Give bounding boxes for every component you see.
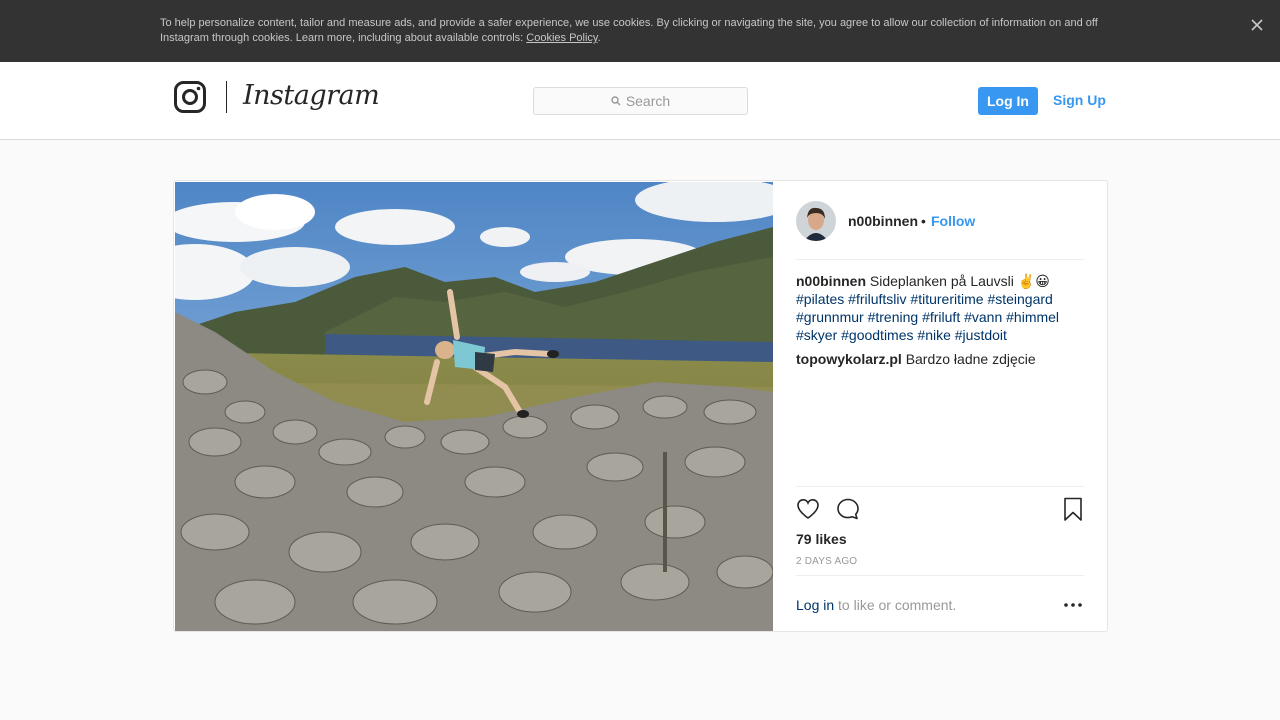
divider — [796, 486, 1084, 487]
comment-icon[interactable] — [835, 496, 861, 522]
hashtag[interactable]: #titureritime — [910, 291, 983, 307]
post-photo[interactable] — [175, 182, 773, 631]
comment-item: topowykolarz.pl Bardzo ładne zdjęcie — [796, 350, 1084, 368]
likes-count[interactable]: 79 likes — [796, 531, 847, 547]
login-button[interactable]: Log In — [978, 87, 1038, 115]
hashtag[interactable]: #grunnmur — [796, 309, 864, 325]
cookie-banner-text: To help personalize content, tailor and … — [160, 16, 1120, 46]
logo-divider — [226, 81, 227, 113]
top-header: Instagram Search Log In Sign Up — [0, 62, 1280, 140]
search-icon — [611, 96, 621, 106]
post-username[interactable]: n00binnen — [848, 213, 918, 229]
avatar[interactable] — [796, 201, 836, 241]
post-caption: n00binnen Sideplanken på Lauvsli ✌️😀 #pi… — [796, 272, 1084, 344]
comment-text: Bardzo ładne zdjęcie — [905, 351, 1036, 367]
more-options-icon[interactable] — [1062, 595, 1084, 615]
search-placeholder: Search — [625, 93, 671, 109]
divider — [796, 575, 1084, 576]
post-card: n00binnen • Follow n00binnen Sideplanken… — [173, 180, 1108, 632]
hashtag[interactable]: #trening — [868, 309, 919, 325]
hashtag[interactable]: #friluft — [922, 309, 960, 325]
login-prompt: Log in to like or comment. — [796, 597, 956, 613]
post-timestamp[interactable]: 2 DAYS AGO — [796, 556, 857, 567]
hashtag[interactable]: #goodtimes — [841, 327, 913, 343]
caption-username[interactable]: n00binnen — [796, 273, 866, 289]
username-separator: • — [921, 213, 926, 229]
comment-username[interactable]: topowykolarz.pl — [796, 351, 902, 367]
hashtag[interactable]: #steingard — [987, 291, 1052, 307]
login-prompt-text: to like or comment. — [834, 597, 957, 613]
instagram-camera-icon[interactable] — [174, 81, 206, 113]
hashtag[interactable]: #vann — [964, 309, 1002, 325]
login-link[interactable]: Log in — [796, 597, 834, 613]
hashtag[interactable]: #himmel — [1006, 309, 1059, 325]
heart-icon[interactable] — [795, 496, 821, 522]
cookie-banner-message: To help personalize content, tailor and … — [160, 17, 1098, 44]
cookie-banner-end: . — [597, 32, 601, 44]
caption-text: Sideplanken på Lauvsli ✌️😀 — [869, 273, 1050, 289]
close-icon[interactable] — [1249, 17, 1265, 33]
hashtag[interactable]: #nike — [917, 327, 950, 343]
signup-link[interactable]: Sign Up — [1053, 92, 1106, 108]
instagram-wordmark[interactable]: Instagram — [243, 80, 380, 111]
follow-button[interactable]: Follow — [931, 213, 975, 229]
hashtag[interactable]: #pilates — [796, 291, 844, 307]
bookmark-icon[interactable] — [1060, 496, 1086, 522]
hashtag[interactable]: #friluftsliv — [848, 291, 906, 307]
cookies-policy-link[interactable]: Cookies Policy — [526, 32, 597, 44]
search-input[interactable]: Search — [533, 87, 748, 115]
cookie-banner: To help personalize content, tailor and … — [0, 0, 1280, 62]
post-sidebar: n00binnen • Follow n00binnen Sideplanken… — [796, 181, 1084, 631]
divider — [796, 259, 1084, 260]
hashtag[interactable]: #justdoit — [955, 327, 1007, 343]
hashtag[interactable]: #skyer — [796, 327, 837, 343]
